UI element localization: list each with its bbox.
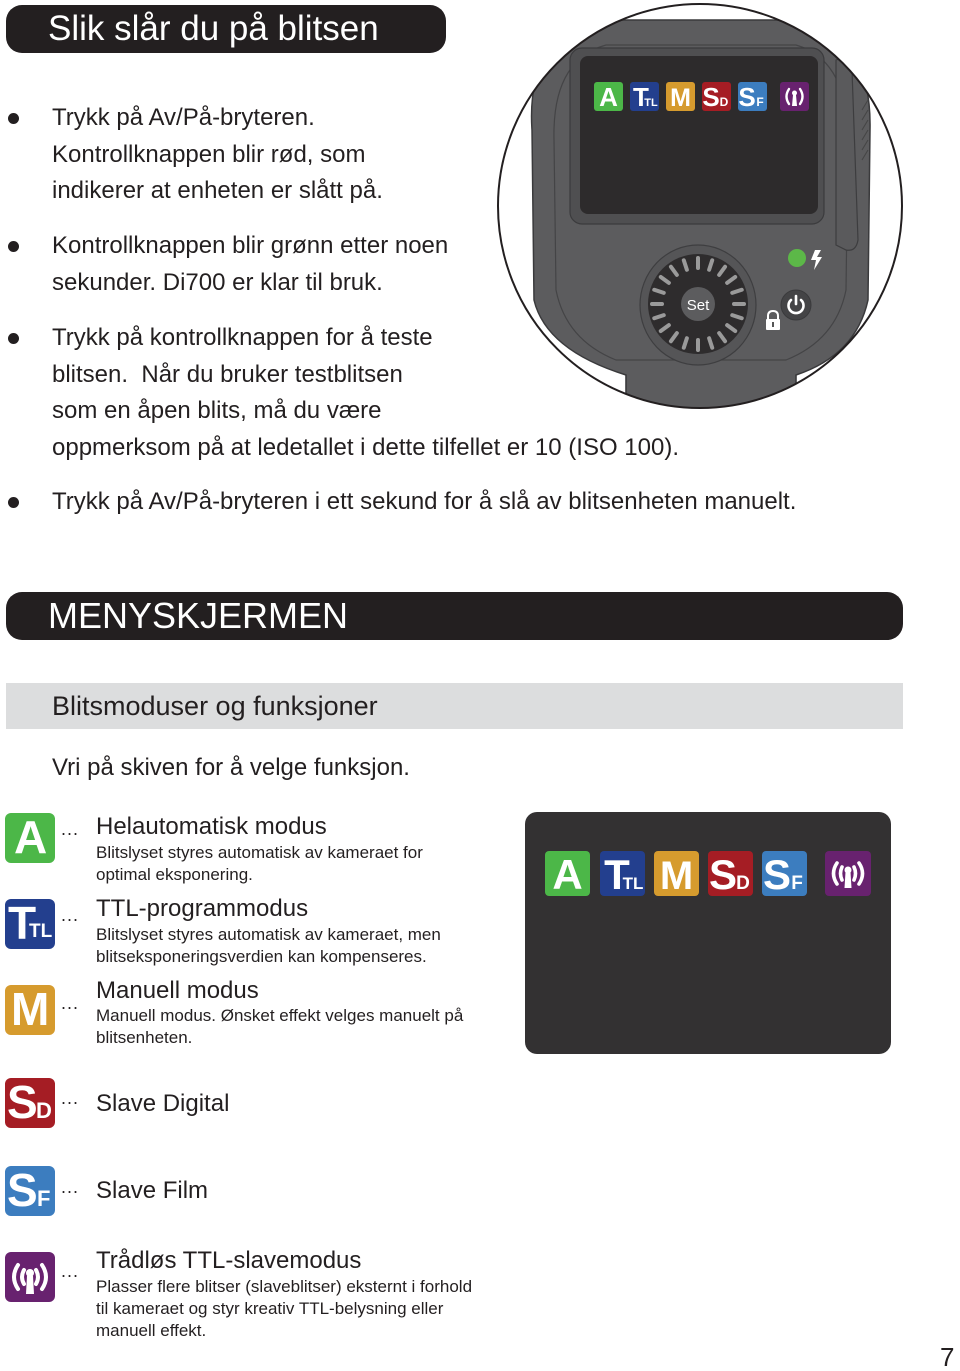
lcd-screen (580, 56, 818, 214)
mode-title: Slave Digital (96, 1090, 230, 1117)
flash-unit-drawing: A T TL M S D S F Set (497, 3, 903, 409)
svg-text:M: M (660, 854, 693, 898)
mode-a-icon: A (5, 813, 55, 863)
subsection-header: Blitsmoduser og funksjoner (6, 683, 903, 729)
svg-text:TL: TL (623, 874, 644, 893)
set-button-label: Set (687, 297, 710, 314)
svg-text:S: S (738, 82, 755, 112)
mode-sd-icon: S D (5, 1078, 55, 1128)
section-title-banner: Slik slår du på blitsen (6, 5, 446, 53)
mode-ttl-icon: T TL (5, 899, 55, 949)
svg-text:S: S (709, 851, 737, 898)
mode-m-icon: M (5, 985, 55, 1035)
page-number: 7 (940, 1342, 955, 1371)
mode-description: Plasser flere blitser (slaveblitser) eks… (96, 1277, 473, 1340)
svg-text:S: S (702, 82, 719, 112)
svg-text:S: S (763, 851, 791, 898)
svg-text:TL: TL (644, 97, 658, 109)
instruction-text: Vri på skiven for å velge funksjon. (52, 754, 410, 781)
section-title-banner: MENYSKJERMEN (6, 592, 903, 640)
svg-text:F: F (791, 873, 803, 894)
flash-unit-illustration: A T TL M S D S F Set (496, 0, 904, 412)
svg-text:M: M (670, 84, 691, 112)
mode-description: Manuell modus. Ønsket effekt velges manu… (96, 1006, 464, 1047)
ready-led-icon (788, 249, 806, 267)
mode-title: TTL-programmodus (96, 895, 309, 922)
bullet-icon (8, 497, 19, 508)
mode-title: Manuell modus (96, 977, 259, 1004)
subsection-title: Blitsmoduser og funksjoner (52, 691, 378, 721)
section-title: Slik slår du på blitsen (48, 9, 379, 48)
svg-text:D: D (736, 873, 750, 894)
svg-text:F: F (756, 95, 763, 109)
mode-title: Slave Film (96, 1177, 209, 1204)
bullet-icon (8, 241, 19, 252)
bullet-icon (8, 113, 19, 124)
svg-text:D: D (720, 95, 729, 109)
mode-sf-icon: S F (5, 1166, 55, 1216)
menu-screen-illustration: A T TL M S D S F (525, 812, 891, 1054)
svg-text:A: A (599, 82, 618, 112)
svg-text:A: A (552, 851, 582, 898)
mode-title: Trådløs TTL-slavemodus (96, 1247, 362, 1274)
mode-description: Blitslyset styres automatisk av kameraet… (96, 843, 423, 884)
section-title: MENYSKJERMEN (48, 595, 349, 636)
mode-description: Blitslyset styres automatisk av kameraet… (96, 925, 441, 966)
menu-screen-icons: A T TL M S D S F (545, 851, 871, 898)
bullet-icon (8, 333, 19, 344)
mode-title: Helautomatisk modus (96, 813, 327, 840)
mode-wireless-icon (5, 1252, 55, 1302)
